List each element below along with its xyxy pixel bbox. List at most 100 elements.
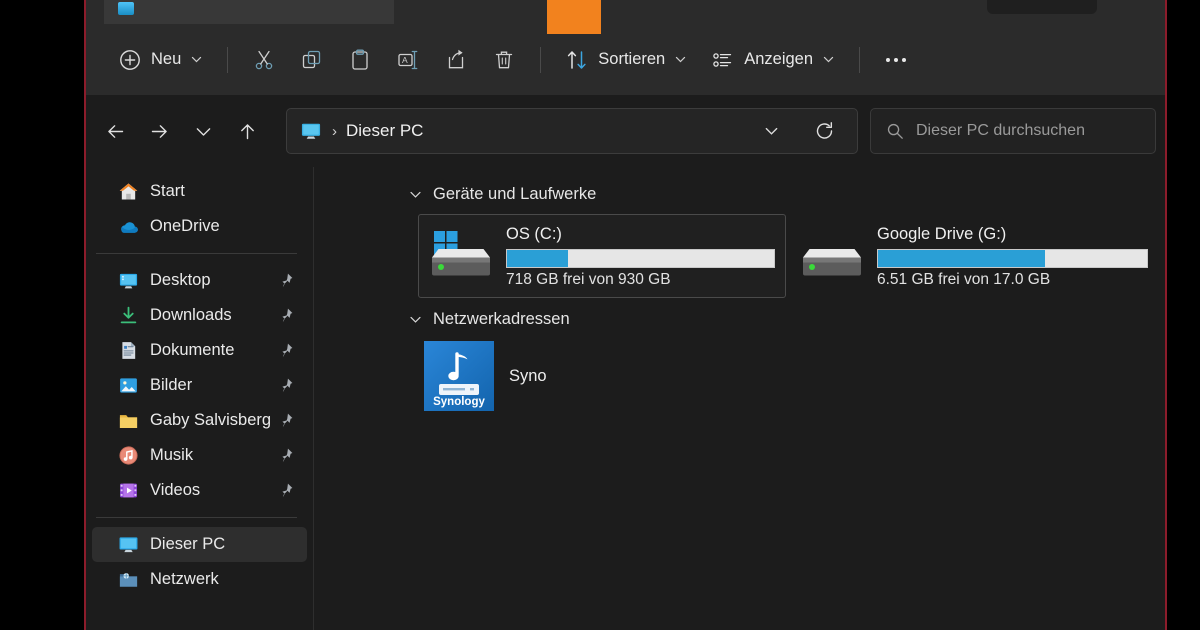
sidebar-item-label: Downloads [150, 306, 232, 325]
pin-icon[interactable] [278, 482, 294, 498]
pin-icon[interactable] [278, 412, 294, 428]
share-button[interactable] [432, 39, 480, 81]
onedrive-cloud-icon [118, 216, 139, 237]
sidebar-item-downloads[interactable]: Downloads [92, 298, 307, 333]
drive-name: Google Drive (G:) [877, 223, 1148, 245]
search-input[interactable]: Dieser PC durchsuchen [916, 122, 1085, 140]
sort-arrows-icon [565, 48, 589, 72]
svg-text:Synology: Synology [433, 396, 485, 408]
drive-usage-fill [507, 250, 568, 267]
drive-capacity-text: 718 GB frei von 930 GB [506, 271, 775, 289]
new-button-label: Neu [151, 50, 181, 69]
sidebar-item-dokumente[interactable]: Dokumente [92, 333, 307, 368]
refresh-icon[interactable] [814, 121, 835, 142]
rename-button[interactable]: A [384, 39, 432, 81]
sidebar-item-label: Netzwerk [150, 570, 219, 589]
share-icon [444, 48, 468, 72]
search-box[interactable]: Dieser PC durchsuchen [870, 108, 1156, 154]
recent-locations-button[interactable] [186, 114, 220, 148]
pin-icon[interactable] [278, 342, 294, 358]
new-button[interactable]: Neu [106, 39, 215, 81]
sidebar-item-label: Videos [150, 481, 200, 500]
sidebar-item-netzwerk[interactable]: Netzwerk [92, 562, 307, 597]
group-header-network[interactable]: Netzwerkadressen [409, 306, 1165, 332]
pictures-icon [118, 375, 139, 396]
sidebar-item-videos[interactable]: Videos [92, 473, 307, 508]
search-icon [886, 122, 904, 140]
desktop-icon [118, 270, 139, 291]
sidebar-item-label: Dokumente [150, 341, 234, 360]
more-options-icon [902, 58, 906, 62]
delete-button[interactable] [480, 39, 528, 81]
forward-arrow-icon [149, 121, 170, 142]
address-bar-row: › Dieser PC Dieser PC durchsuchen [86, 95, 1165, 167]
toolbar-divider-3 [859, 47, 860, 73]
tab-active[interactable] [104, 0, 394, 24]
videos-icon [118, 480, 139, 501]
sidebar-item-desktop[interactable]: Desktop [92, 263, 307, 298]
copy-button[interactable] [288, 39, 336, 81]
back-button[interactable] [98, 114, 132, 148]
sidebar-item-label: Desktop [150, 271, 211, 290]
pin-icon[interactable] [278, 307, 294, 323]
pin-icon[interactable] [278, 447, 294, 463]
chevron-down-icon[interactable] [764, 124, 779, 139]
sidebar-item-label: Start [150, 182, 185, 201]
drive-name: OS (C:) [506, 223, 775, 245]
paste-button[interactable] [336, 39, 384, 81]
sidebar-item-dieser-pc[interactable]: Dieser PC [92, 527, 307, 562]
tab-bar-right-area [987, 0, 1097, 14]
pin-icon[interactable] [278, 377, 294, 393]
drive-capacity-text: 6.51 GB frei von 17.0 GB [877, 271, 1148, 289]
toolbar-divider-2 [540, 47, 541, 73]
sidebar-item-start[interactable]: Start [92, 174, 307, 209]
drive-tiles-row: OS (C:) 718 GB frei von 930 GB [315, 214, 1165, 306]
pin-icon[interactable] [278, 272, 294, 288]
address-bar[interactable]: › Dieser PC [286, 108, 858, 154]
group-header-label: Geräte und Laufwerke [433, 185, 596, 204]
music-icon [118, 445, 139, 466]
forward-button[interactable] [142, 114, 176, 148]
more-options-icon [894, 58, 898, 62]
sidebar-item-onedrive[interactable]: OneDrive [92, 209, 307, 244]
sidebar-item-musik[interactable]: Musik [92, 438, 307, 473]
this-pc-icon [300, 122, 322, 141]
cut-button[interactable] [240, 39, 288, 81]
breadcrumb-separator: › [332, 123, 337, 140]
paste-icon [348, 48, 372, 72]
drive-usage-fill [878, 250, 1045, 267]
sidebar-item-label: Musik [150, 446, 193, 465]
drive-tile-os-c[interactable]: OS (C:) 718 GB frei von 930 GB [418, 214, 786, 298]
sidebar-item-gaby-salvisberg[interactable]: Gaby Salvisberg [92, 403, 307, 438]
file-explorer-window: Neu [84, 0, 1167, 630]
sort-button[interactable]: Sortieren [553, 39, 699, 81]
sidebar-item-label: Bilder [150, 376, 192, 395]
screen: Neu [0, 0, 1200, 630]
documents-icon [118, 340, 139, 361]
network-icon [118, 569, 139, 590]
navigation-pane[interactable]: Start OneDrive Desktop [86, 167, 314, 630]
folder-icon [118, 410, 139, 431]
breadcrumb-current[interactable]: Dieser PC [346, 121, 423, 141]
more-options-button[interactable] [872, 39, 920, 81]
windows-drive-icon [424, 227, 498, 285]
up-arrow-icon [237, 121, 258, 142]
sidebar-item-bilder[interactable]: Bilder [92, 368, 307, 403]
chevron-down-icon[interactable] [409, 188, 422, 201]
chevron-down-icon [193, 121, 214, 142]
orange-highlight-marker [547, 0, 601, 34]
drive-tile-google-drive-g[interactable]: Google Drive (G:) 6.51 GB frei von 17.0 … [790, 214, 1158, 298]
drive-tile-body: OS (C:) 718 GB frei von 930 GB [506, 223, 775, 289]
copy-icon [300, 48, 324, 72]
up-button[interactable] [230, 114, 264, 148]
view-button-label: Anzeigen [744, 50, 813, 69]
chevron-down-icon [822, 53, 835, 66]
chevron-down-icon[interactable] [409, 313, 422, 326]
command-bar: Neu [86, 24, 1165, 95]
chevron-down-icon [674, 53, 687, 66]
network-item-syno[interactable]: Synology Syno [423, 340, 547, 412]
view-button[interactable]: Anzeigen [699, 39, 847, 81]
group-header-devices[interactable]: Geräte und Laufwerke [409, 181, 1165, 207]
back-arrow-icon [105, 121, 126, 142]
file-list-pane[interactable]: Geräte und Laufwerke OS (C [315, 167, 1165, 630]
